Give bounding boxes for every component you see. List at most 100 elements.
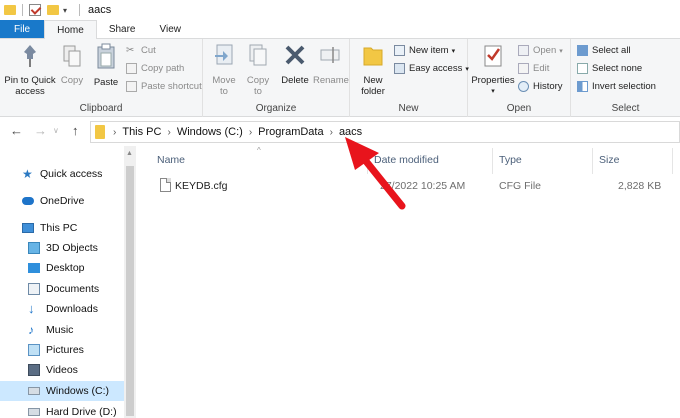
history-button[interactable]: History (518, 81, 563, 92)
breadcrumb-this-pc[interactable]: This PC (122, 126, 161, 138)
edit-label: Edit (533, 63, 550, 74)
ribbon-tabs: File Home Share View (0, 20, 680, 40)
chevron-right-icon[interactable]: › (249, 127, 252, 138)
column-divider[interactable] (672, 148, 673, 174)
chevron-right-icon[interactable]: › (113, 127, 116, 138)
new-item-label: New item (409, 45, 449, 56)
breadcrumb-programdata[interactable]: ProgramData (258, 126, 323, 138)
nav-item-3d-objects[interactable]: 3D Objects (0, 238, 124, 258)
tab-file[interactable]: File (0, 20, 45, 38)
clipboard-group-label: Clipboard (79, 103, 123, 114)
scroll-up-icon[interactable]: ▲ (126, 150, 133, 157)
paste-button[interactable]: Paste (90, 43, 122, 88)
new-folder-quick-icon[interactable] (47, 5, 59, 15)
rename-button[interactable]: Rename (313, 43, 349, 86)
copy-path-button[interactable]: Copy path (126, 63, 184, 74)
select-all-icon (577, 45, 588, 56)
chevron-down-icon: ▾ (559, 47, 563, 55)
select-all-button[interactable]: Select all (577, 45, 631, 56)
delete-x-icon (285, 45, 305, 65)
column-header-name[interactable]: Name (157, 154, 185, 166)
breadcrumb-aacs[interactable]: aacs (339, 126, 362, 138)
column-divider[interactable] (592, 148, 593, 174)
column-divider[interactable] (367, 148, 368, 174)
column-divider[interactable] (492, 148, 493, 174)
properties-button[interactable]: Properties ▾ (470, 43, 516, 97)
invert-selection-icon (577, 81, 588, 92)
file-size: 2,828 KB (618, 180, 662, 192)
tab-share[interactable]: Share (97, 20, 148, 38)
nav-item-pictures[interactable]: Pictures (0, 340, 124, 360)
nav-item-music[interactable]: ♪ Music (0, 320, 124, 340)
move-to-icon (215, 44, 233, 65)
nav-item-label: Quick access (40, 168, 103, 180)
select-none-button[interactable]: Select none (577, 63, 642, 74)
breadcrumb-windows-c[interactable]: Windows (C:) (177, 126, 243, 138)
video-icon (28, 364, 40, 376)
divider (79, 4, 81, 16)
new-folder-button[interactable]: New folder (354, 43, 392, 97)
select-none-icon (577, 63, 588, 74)
organize-group: Move to Copy to Delete Rename Organize (203, 39, 350, 117)
nav-item-quick-access[interactable]: ★ Quick access (0, 164, 124, 184)
forward-arrow-icon[interactable]: → (34, 123, 47, 138)
address-bar[interactable]: › This PC › Windows (C:) › ProgramData ›… (90, 121, 680, 143)
column-header-type[interactable]: Type (499, 154, 522, 166)
new-item-button[interactable]: New item ▾ (394, 45, 455, 56)
nav-item-onedrive[interactable]: OneDrive (0, 191, 124, 211)
invert-selection-button[interactable]: Invert selection (577, 81, 656, 92)
nav-item-hard-drive-d[interactable]: Hard Drive (D:) (0, 402, 124, 418)
nav-item-label: OneDrive (40, 195, 85, 207)
delete-label: Delete (281, 75, 309, 86)
nav-item-label: Documents (46, 283, 100, 295)
copy-to-button[interactable]: Copy to (243, 43, 273, 97)
select-group-label: Select (611, 103, 640, 114)
nav-pane-scrollbar[interactable]: ▲ (124, 146, 136, 418)
music-icon: ♪ (28, 323, 34, 337)
pin-quick-access-button[interactable]: Pin to Quick access (2, 43, 58, 97)
nav-item-documents[interactable]: Documents (0, 279, 124, 299)
picture-icon (28, 344, 40, 356)
recent-locations-chevron-icon[interactable]: ∨ (53, 126, 59, 135)
nav-item-downloads[interactable]: ↓ Downloads (0, 299, 124, 319)
open-button[interactable]: Open ▾ (518, 45, 563, 56)
nav-item-videos[interactable]: Videos (0, 360, 124, 380)
nav-item-this-pc[interactable]: This PC (0, 218, 124, 238)
nav-item-windows-c[interactable]: Windows (C:) (0, 381, 124, 401)
chevron-right-icon[interactable]: › (330, 127, 333, 138)
cut-button[interactable]: ✂ Cut (126, 45, 156, 56)
up-arrow-icon[interactable]: ↑ (72, 123, 79, 138)
column-header-date-modified[interactable]: Date modified (374, 154, 439, 166)
new-folder-icon (363, 47, 383, 66)
scrollbar-thumb[interactable] (126, 166, 134, 416)
file-list: ^ Name Date modified Type Size KEYDB.cfg… (137, 146, 680, 418)
move-to-button[interactable]: Move to (209, 43, 239, 97)
new-group: New folder New item ▾ Easy access ▾ New (350, 39, 469, 117)
easy-access-button[interactable]: Easy access ▾ (394, 63, 469, 74)
tab-home[interactable]: Home (44, 20, 97, 40)
back-arrow-icon[interactable]: ← (10, 123, 23, 138)
select-all-label: Select all (592, 45, 631, 56)
select-group: Select all Select none Invert selection … (571, 39, 680, 117)
table-row[interactable]: KEYDB.cfg 27/2022 10:25 AM CFG File 2,82… (137, 176, 680, 196)
properties-quick-icon[interactable] (29, 4, 41, 16)
sort-caret-icon: ^ (257, 146, 261, 155)
nav-item-desktop[interactable]: Desktop (0, 258, 124, 278)
column-header-size[interactable]: Size (599, 154, 619, 166)
delete-button[interactable]: Delete (279, 43, 311, 86)
nav-item-label: Hard Drive (D:) (46, 406, 117, 418)
copy-button[interactable]: Copy (58, 43, 86, 86)
properties-label: Properties (471, 75, 515, 86)
edit-icon (518, 63, 529, 74)
chevron-right-icon[interactable]: › (167, 127, 170, 138)
paste-shortcut-button[interactable]: Paste shortcut (126, 81, 202, 92)
chevron-down-icon: ▾ (491, 88, 495, 95)
open-icon (518, 45, 529, 56)
edit-button[interactable]: Edit (518, 63, 549, 74)
ribbon: Pin to Quick access Copy Paste ✂ Cut Cop… (0, 39, 680, 117)
tab-view[interactable]: View (148, 20, 194, 38)
document-icon (28, 283, 40, 295)
customize-quick-access-icon[interactable]: ▾ (63, 6, 67, 15)
pin-quick-access-label: Pin to Quick access (4, 75, 56, 97)
desktop-icon (28, 263, 40, 273)
